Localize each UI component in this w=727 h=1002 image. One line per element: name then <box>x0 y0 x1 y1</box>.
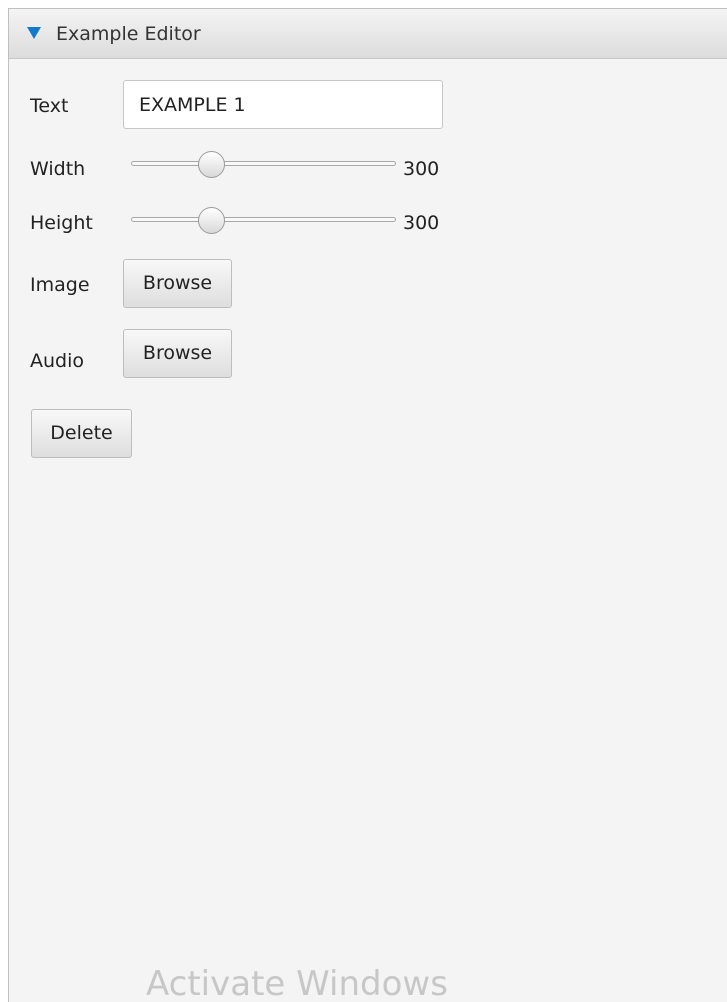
image-label: Image <box>30 274 90 296</box>
example-editor-panel: Example Editor Text Width 300 Height 300… <box>8 8 727 1002</box>
browse-audio-button[interactable]: Browse <box>123 329 232 378</box>
activate-windows-watermark: Activate Windows <box>146 964 448 1002</box>
text-input[interactable] <box>123 80 443 129</box>
delete-button[interactable]: Delete <box>31 409 132 458</box>
triangle-down-icon[interactable] <box>27 27 41 39</box>
height-label: Height <box>30 212 93 234</box>
browse-image-button[interactable]: Browse <box>123 259 232 308</box>
width-slider-track[interactable] <box>131 161 396 166</box>
panel-header[interactable]: Example Editor <box>9 9 727 59</box>
height-slider[interactable] <box>131 205 396 235</box>
panel-title: Example Editor <box>56 23 201 45</box>
audio-label: Audio <box>30 350 85 372</box>
height-slider-track[interactable] <box>131 217 396 222</box>
width-slider[interactable] <box>131 149 396 179</box>
width-value: 300 <box>403 158 440 180</box>
text-label: Text <box>30 95 69 117</box>
page-root: Example Editor Text Width 300 Height 300… <box>0 0 727 1002</box>
height-value: 300 <box>403 212 440 234</box>
width-slider-thumb[interactable] <box>197 151 225 178</box>
width-label: Width <box>30 158 86 180</box>
height-slider-thumb[interactable] <box>197 207 225 234</box>
